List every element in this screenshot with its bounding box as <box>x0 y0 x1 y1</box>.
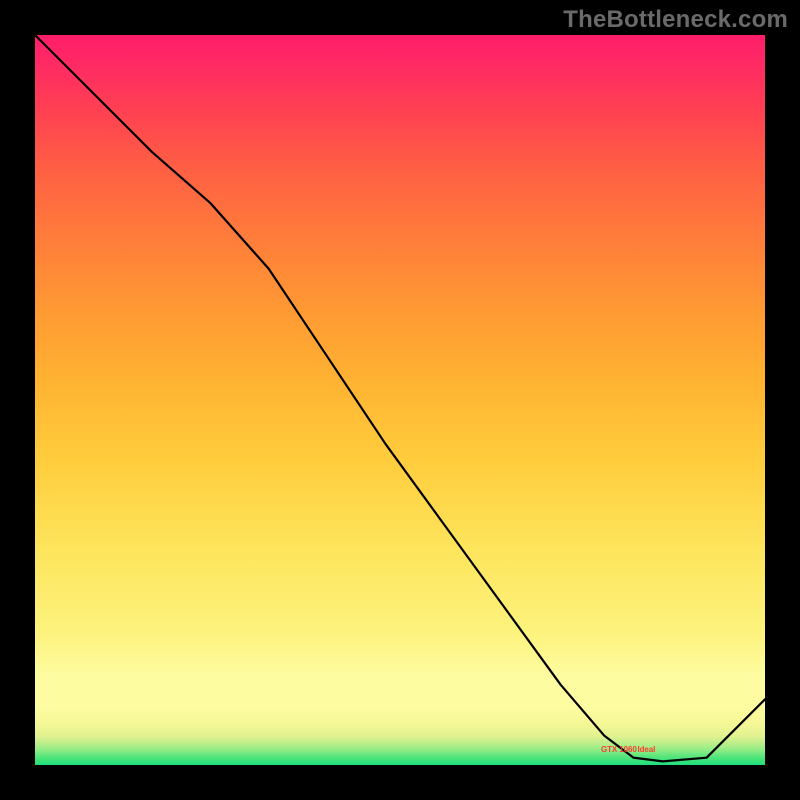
watermark-text: TheBottleneck.com <box>563 6 788 34</box>
plot-area: GTX 1060 Ideal <box>35 35 765 765</box>
annotation-label-b: Ideal <box>638 745 656 754</box>
annotation-label-a: GTX 1060 <box>601 745 637 754</box>
line-series <box>35 35 765 765</box>
chart-frame: TheBottleneck.com GTX 1060 Ideal <box>0 0 800 800</box>
